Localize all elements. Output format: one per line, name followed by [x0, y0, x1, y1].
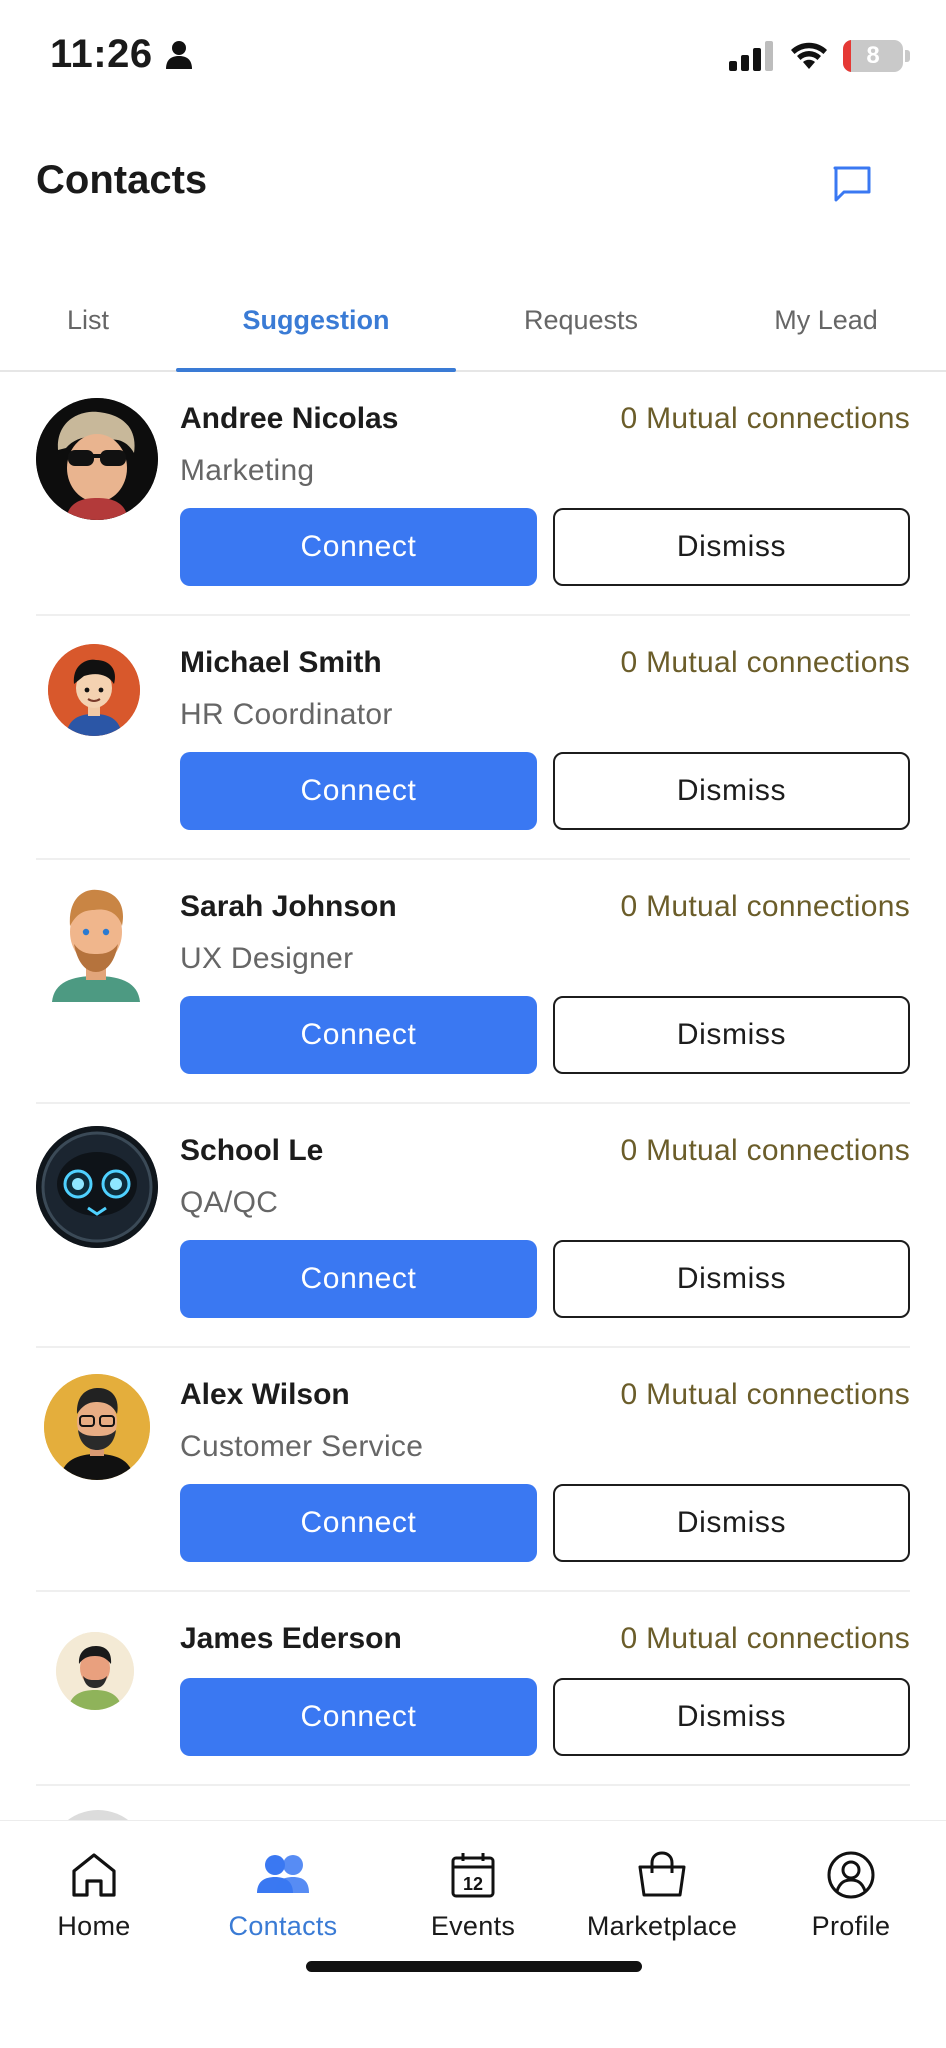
- person-icon: [165, 40, 192, 69]
- status-time: 11:26: [50, 32, 193, 77]
- tab-my-lead[interactable]: My Lead: [706, 270, 946, 370]
- tab-requests[interactable]: Requests: [456, 270, 706, 370]
- contact-role: Customer Service: [180, 1430, 424, 1463]
- avatar: [48, 644, 140, 736]
- mutual-connections: 0 Mutual connections: [620, 402, 910, 435]
- contact-role: UX Designer: [180, 942, 354, 975]
- battery-icon: 8: [843, 40, 903, 72]
- bottom-navigation: Home Contacts 12 Events Marketplace Prof…: [0, 1820, 946, 2048]
- page-title: Contacts: [36, 158, 208, 202]
- mutual-connections: 0 Mutual connections: [620, 1622, 910, 1655]
- mutual-connections: 0 Mutual connections: [620, 1378, 910, 1411]
- dismiss-button[interactable]: Dismiss: [553, 508, 910, 586]
- dismiss-button[interactable]: Dismiss: [553, 1484, 910, 1562]
- suggestion-list[interactable]: Andree Nicolas 0 Mutual connections Mark…: [0, 374, 946, 1820]
- signal-icon: [729, 41, 773, 71]
- contact-name: Andree Nicolas: [180, 402, 399, 435]
- avatar: [48, 882, 144, 1002]
- tab-label: List: [66, 304, 110, 335]
- list-item: [36, 1788, 910, 1820]
- shopping-bag-icon: [638, 1851, 686, 1897]
- home-indicator[interactable]: [306, 1961, 642, 1972]
- tab-label: My Lead: [774, 304, 878, 335]
- battery-tip: [905, 50, 910, 62]
- contact-name: Sarah Johnson: [180, 890, 397, 923]
- clock: 11:26: [50, 32, 153, 76]
- list-item: Sarah Johnson 0 Mutual connections UX De…: [36, 862, 910, 1104]
- chat-icon: [833, 166, 871, 202]
- calendar-day: 12: [463, 1874, 483, 1894]
- nav-contacts[interactable]: Contacts: [188, 1849, 378, 1942]
- dismiss-button[interactable]: Dismiss: [553, 1678, 910, 1756]
- avatar: [48, 1810, 148, 1820]
- contact-role: HR Coordinator: [180, 698, 393, 731]
- dismiss-button[interactable]: Dismiss: [553, 1240, 910, 1318]
- battery-level: 8: [866, 42, 880, 69]
- dismiss-button[interactable]: Dismiss: [553, 752, 910, 830]
- connect-button[interactable]: Connect: [180, 1678, 537, 1756]
- list-item: Michael Smith 0 Mutual connections HR Co…: [36, 618, 910, 860]
- list-item: Alex Wilson 0 Mutual connections Custome…: [36, 1350, 910, 1592]
- avatar: [44, 1374, 150, 1480]
- profile-icon: [827, 1851, 875, 1899]
- tab-bar: List Suggestion Requests My Lead: [0, 270, 946, 372]
- mutual-connections: 0 Mutual connections: [620, 890, 910, 923]
- tab-suggestion[interactable]: Suggestion: [176, 270, 456, 372]
- tab-list[interactable]: List: [0, 270, 176, 370]
- tab-label: Requests: [523, 304, 639, 335]
- avatar: [36, 1126, 158, 1248]
- list-item: Andree Nicolas 0 Mutual connections Mark…: [36, 374, 910, 616]
- nav-events[interactable]: 12 Events: [378, 1849, 568, 1942]
- contact-role: Marketing: [180, 454, 315, 487]
- avatar: [56, 1632, 134, 1710]
- contact-role: QA/QC: [180, 1186, 279, 1219]
- contacts-icon: [257, 1855, 309, 1893]
- connect-button[interactable]: Connect: [180, 752, 537, 830]
- status-bar: 11:26 8: [0, 0, 946, 118]
- nav-label: Marketplace: [586, 1911, 738, 1941]
- nav-label: Contacts: [228, 1911, 338, 1941]
- nav-label: Events: [430, 1911, 516, 1941]
- chat-button[interactable]: [830, 162, 874, 206]
- connect-button[interactable]: Connect: [180, 1240, 537, 1318]
- contact-name: Michael Smith: [180, 646, 382, 679]
- mutual-connections: 0 Mutual connections: [620, 1134, 910, 1167]
- mutual-connections: 0 Mutual connections: [620, 646, 910, 679]
- list-item: James Ederson 0 Mutual connections Conne…: [36, 1594, 910, 1786]
- nav-label: Home: [57, 1911, 131, 1941]
- tab-label: Suggestion: [242, 304, 390, 335]
- nav-home[interactable]: Home: [0, 1849, 189, 1942]
- nav-profile[interactable]: Profile: [756, 1849, 946, 1942]
- connect-button[interactable]: Connect: [180, 508, 537, 586]
- wifi-icon: [791, 42, 827, 69]
- list-item: School Le 0 Mutual connections QA/QC Con…: [36, 1106, 910, 1348]
- nav-marketplace[interactable]: Marketplace: [567, 1849, 757, 1942]
- contact-name: James Ederson: [180, 1622, 402, 1655]
- status-indicators: 8: [729, 40, 910, 72]
- connect-button[interactable]: Connect: [180, 1484, 537, 1562]
- home-icon: [72, 1853, 116, 1897]
- contact-name: School Le: [180, 1134, 324, 1167]
- avatar: [36, 398, 158, 520]
- app-header: Contacts: [0, 118, 946, 248]
- nav-label: Profile: [811, 1911, 891, 1941]
- dismiss-button[interactable]: Dismiss: [553, 996, 910, 1074]
- connect-button[interactable]: Connect: [180, 996, 537, 1074]
- calendar-icon: 12: [451, 1853, 495, 1898]
- contact-name: Alex Wilson: [180, 1378, 350, 1411]
